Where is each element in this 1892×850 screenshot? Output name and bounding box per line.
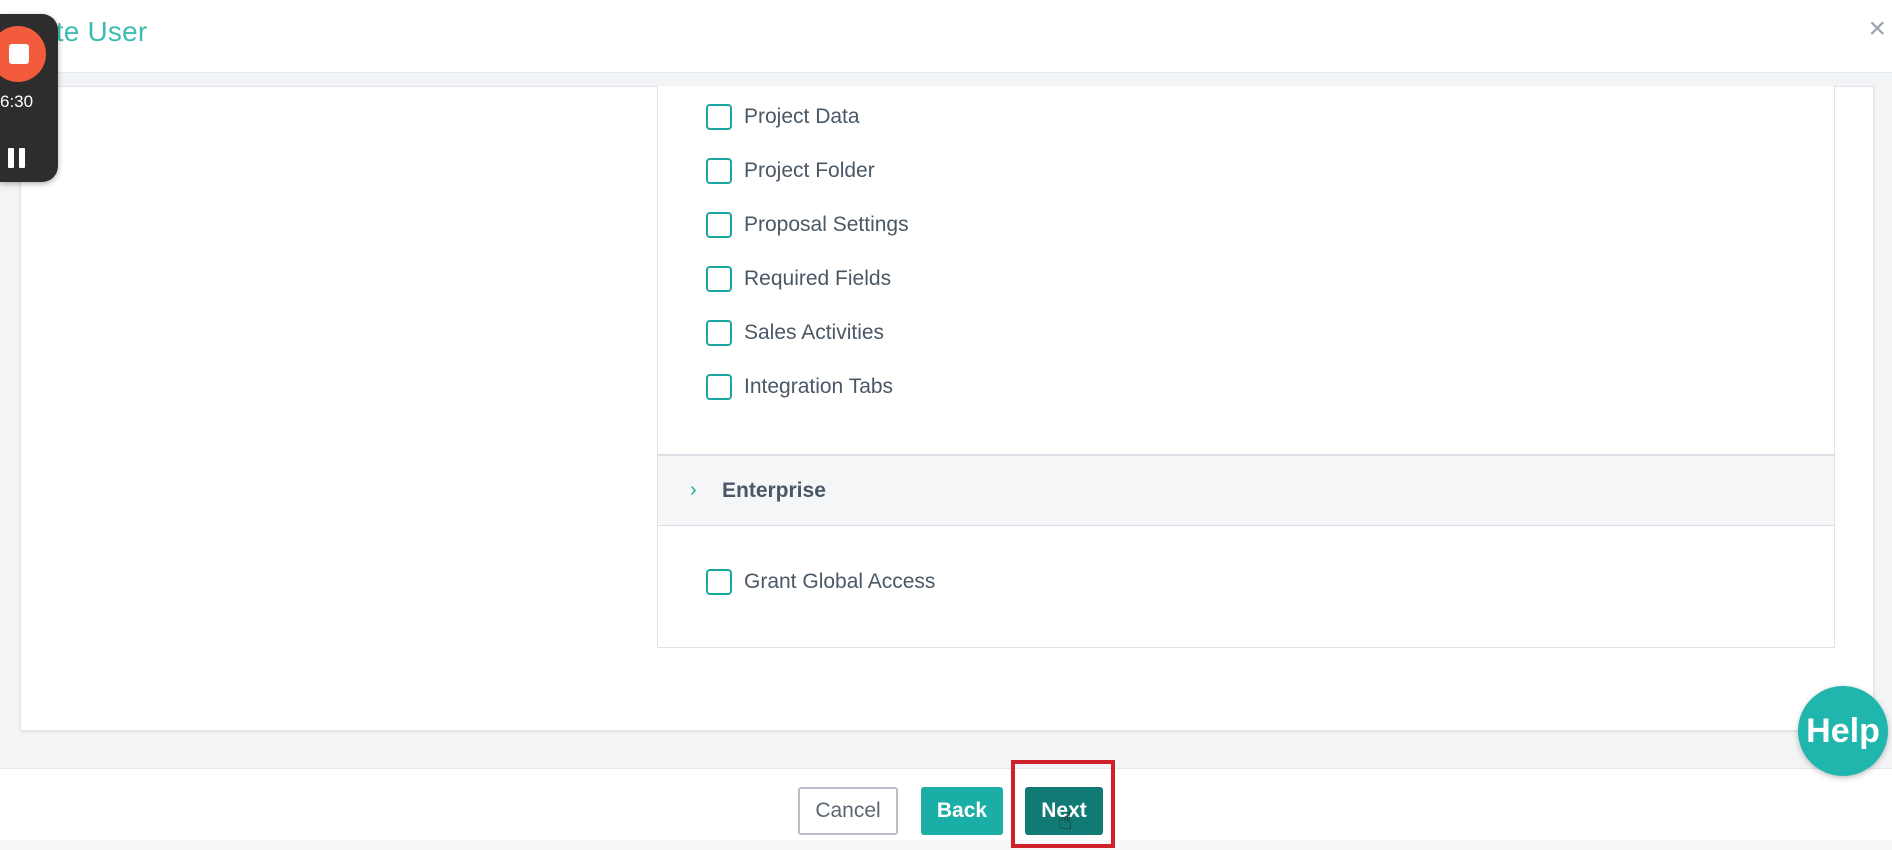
permission-row-project-data[interactable]: Project Data [706,102,860,132]
permission-row-proposal-settings[interactable]: Proposal Settings [706,210,909,240]
permission-row-integration-tabs[interactable]: Integration Tabs [706,372,893,402]
recording-time: 6:30 [0,92,34,111]
checkbox-integration-tabs[interactable] [706,374,732,400]
checkbox-project-folder[interactable] [706,158,732,184]
footer-shadow [0,840,1892,850]
cancel-button[interactable]: Cancel [798,787,898,835]
checkbox-grant-global-access[interactable] [706,569,732,595]
permission-row-required-fields[interactable]: Required Fields [706,264,891,294]
permission-row-grant-global-access[interactable]: Grant Global Access [706,567,935,597]
close-icon[interactable]: × [1868,14,1886,44]
section-enterprise[interactable]: › Enterprise [658,454,1834,526]
screen-recorder-widget: 6:30 [0,14,58,182]
permission-label: Required Fields [744,267,892,290]
permission-label: Integration Tabs [744,375,894,398]
permission-label: Project Data [744,105,860,128]
section-title: Enterprise [722,478,826,502]
permission-row-project-folder[interactable]: Project Folder [706,156,875,186]
permission-label: Sales Activities [744,321,885,344]
help-button[interactable]: Help [1798,686,1888,776]
permission-label: Proposal Settings [744,213,909,236]
checkbox-sales-activities[interactable] [706,320,732,346]
hand-cursor-icon: ☝ [1058,808,1073,835]
permission-row-sales-activities[interactable]: Sales Activities [706,318,884,348]
permission-label: Grant Global Access [744,570,936,593]
permissions-card: Project Data Project Folder Proposal Set… [657,86,1835,648]
modal-header: ate User × [0,0,1892,73]
checkbox-required-fields[interactable] [706,266,732,292]
chevron-right-icon: › [690,479,697,501]
back-button[interactable]: Back [921,787,1003,835]
checkbox-proposal-settings[interactable] [706,212,732,238]
modal-footer: Cancel Back Next [0,768,1892,841]
checkbox-project-data[interactable] [706,104,732,130]
pause-icon[interactable] [8,148,28,170]
permission-label: Project Folder [744,159,875,182]
stop-icon[interactable] [0,26,46,82]
